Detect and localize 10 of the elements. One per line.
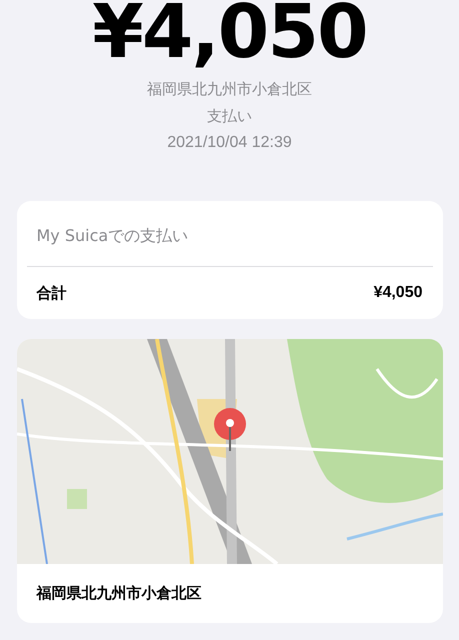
map-card[interactable]: 福岡県北九州市小倉北区 bbox=[16, 339, 442, 622]
datetime: 2021/10/04 12:39 bbox=[167, 133, 292, 153]
card-title: My Suicaでの支払い bbox=[36, 225, 190, 247]
total-value: ¥4,050 bbox=[374, 283, 422, 303]
map-address: 福岡県北九州市小倉北区 bbox=[35, 583, 202, 604]
transaction-type: 支払い bbox=[207, 106, 252, 126]
map-pin-icon bbox=[212, 407, 246, 451]
location: 福岡県北九州市小倉北区 bbox=[147, 79, 312, 100]
amount: ¥4,050 bbox=[92, 0, 367, 72]
total-label: 合計 bbox=[36, 282, 66, 304]
